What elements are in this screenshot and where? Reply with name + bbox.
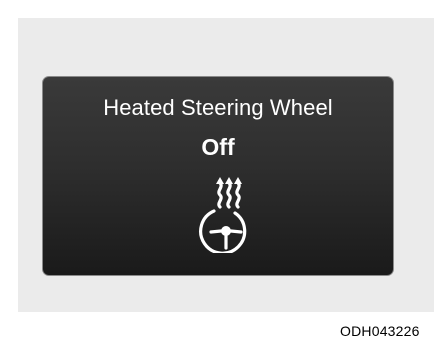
display-title: Heated Steering Wheel [103, 95, 333, 120]
heated-steering-wheel-icon [193, 169, 257, 255]
heating-status: Off [201, 134, 235, 160]
image-reference-code: ODH043226 [340, 323, 420, 339]
cluster-display-popup: Heated Steering Wheel Off [42, 76, 394, 276]
